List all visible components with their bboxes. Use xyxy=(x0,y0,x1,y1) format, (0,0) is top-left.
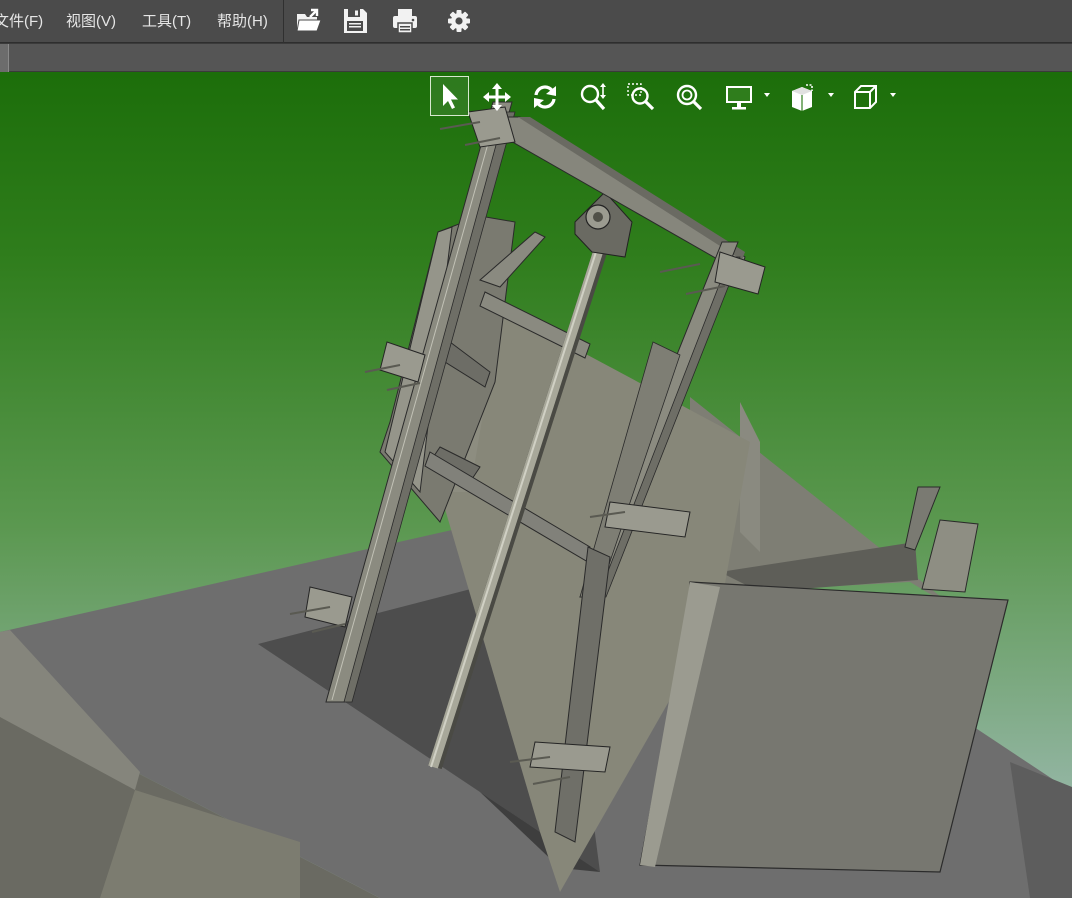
cad-model-render xyxy=(0,101,1072,898)
display-monitor-icon[interactable] xyxy=(724,76,776,116)
menu-tools[interactable]: 工具(T) xyxy=(142,0,191,43)
top-beam-inner xyxy=(518,117,745,260)
view-toolbar xyxy=(428,76,908,116)
document-tab-strip xyxy=(0,44,1072,72)
settings-gear-icon[interactable] xyxy=(444,6,474,36)
zoom-fit-icon[interactable] xyxy=(578,76,608,116)
viewcube-dropdown-caret[interactable] xyxy=(890,93,896,97)
menu-view[interactable]: 视图(V) xyxy=(66,0,116,43)
display-dropdown-caret[interactable] xyxy=(764,93,770,97)
view-cube-icon[interactable] xyxy=(850,76,902,116)
style-dropdown-caret[interactable] xyxy=(828,93,834,97)
pan-move-icon[interactable] xyxy=(482,76,512,116)
3d-viewport[interactable] xyxy=(0,72,1072,898)
menu-bar: 文件(F) 视图(V) 工具(T) 帮助(H) xyxy=(0,0,1072,43)
open-file-icon[interactable] xyxy=(294,6,324,36)
side-post xyxy=(921,519,979,593)
menu-separator xyxy=(283,0,284,43)
rotate-icon[interactable] xyxy=(530,76,560,116)
save-icon[interactable] xyxy=(340,6,370,36)
print-icon[interactable] xyxy=(390,6,420,36)
render-style-icon[interactable] xyxy=(788,76,840,116)
select-arrow-icon[interactable] xyxy=(430,76,469,116)
zoom-icon[interactable] xyxy=(674,76,704,116)
zoom-window-icon[interactable] xyxy=(626,76,656,116)
menu-help[interactable]: 帮助(H) xyxy=(217,0,268,43)
menu-file[interactable]: 文件(F) xyxy=(0,0,43,43)
document-tab[interactable] xyxy=(0,44,9,72)
